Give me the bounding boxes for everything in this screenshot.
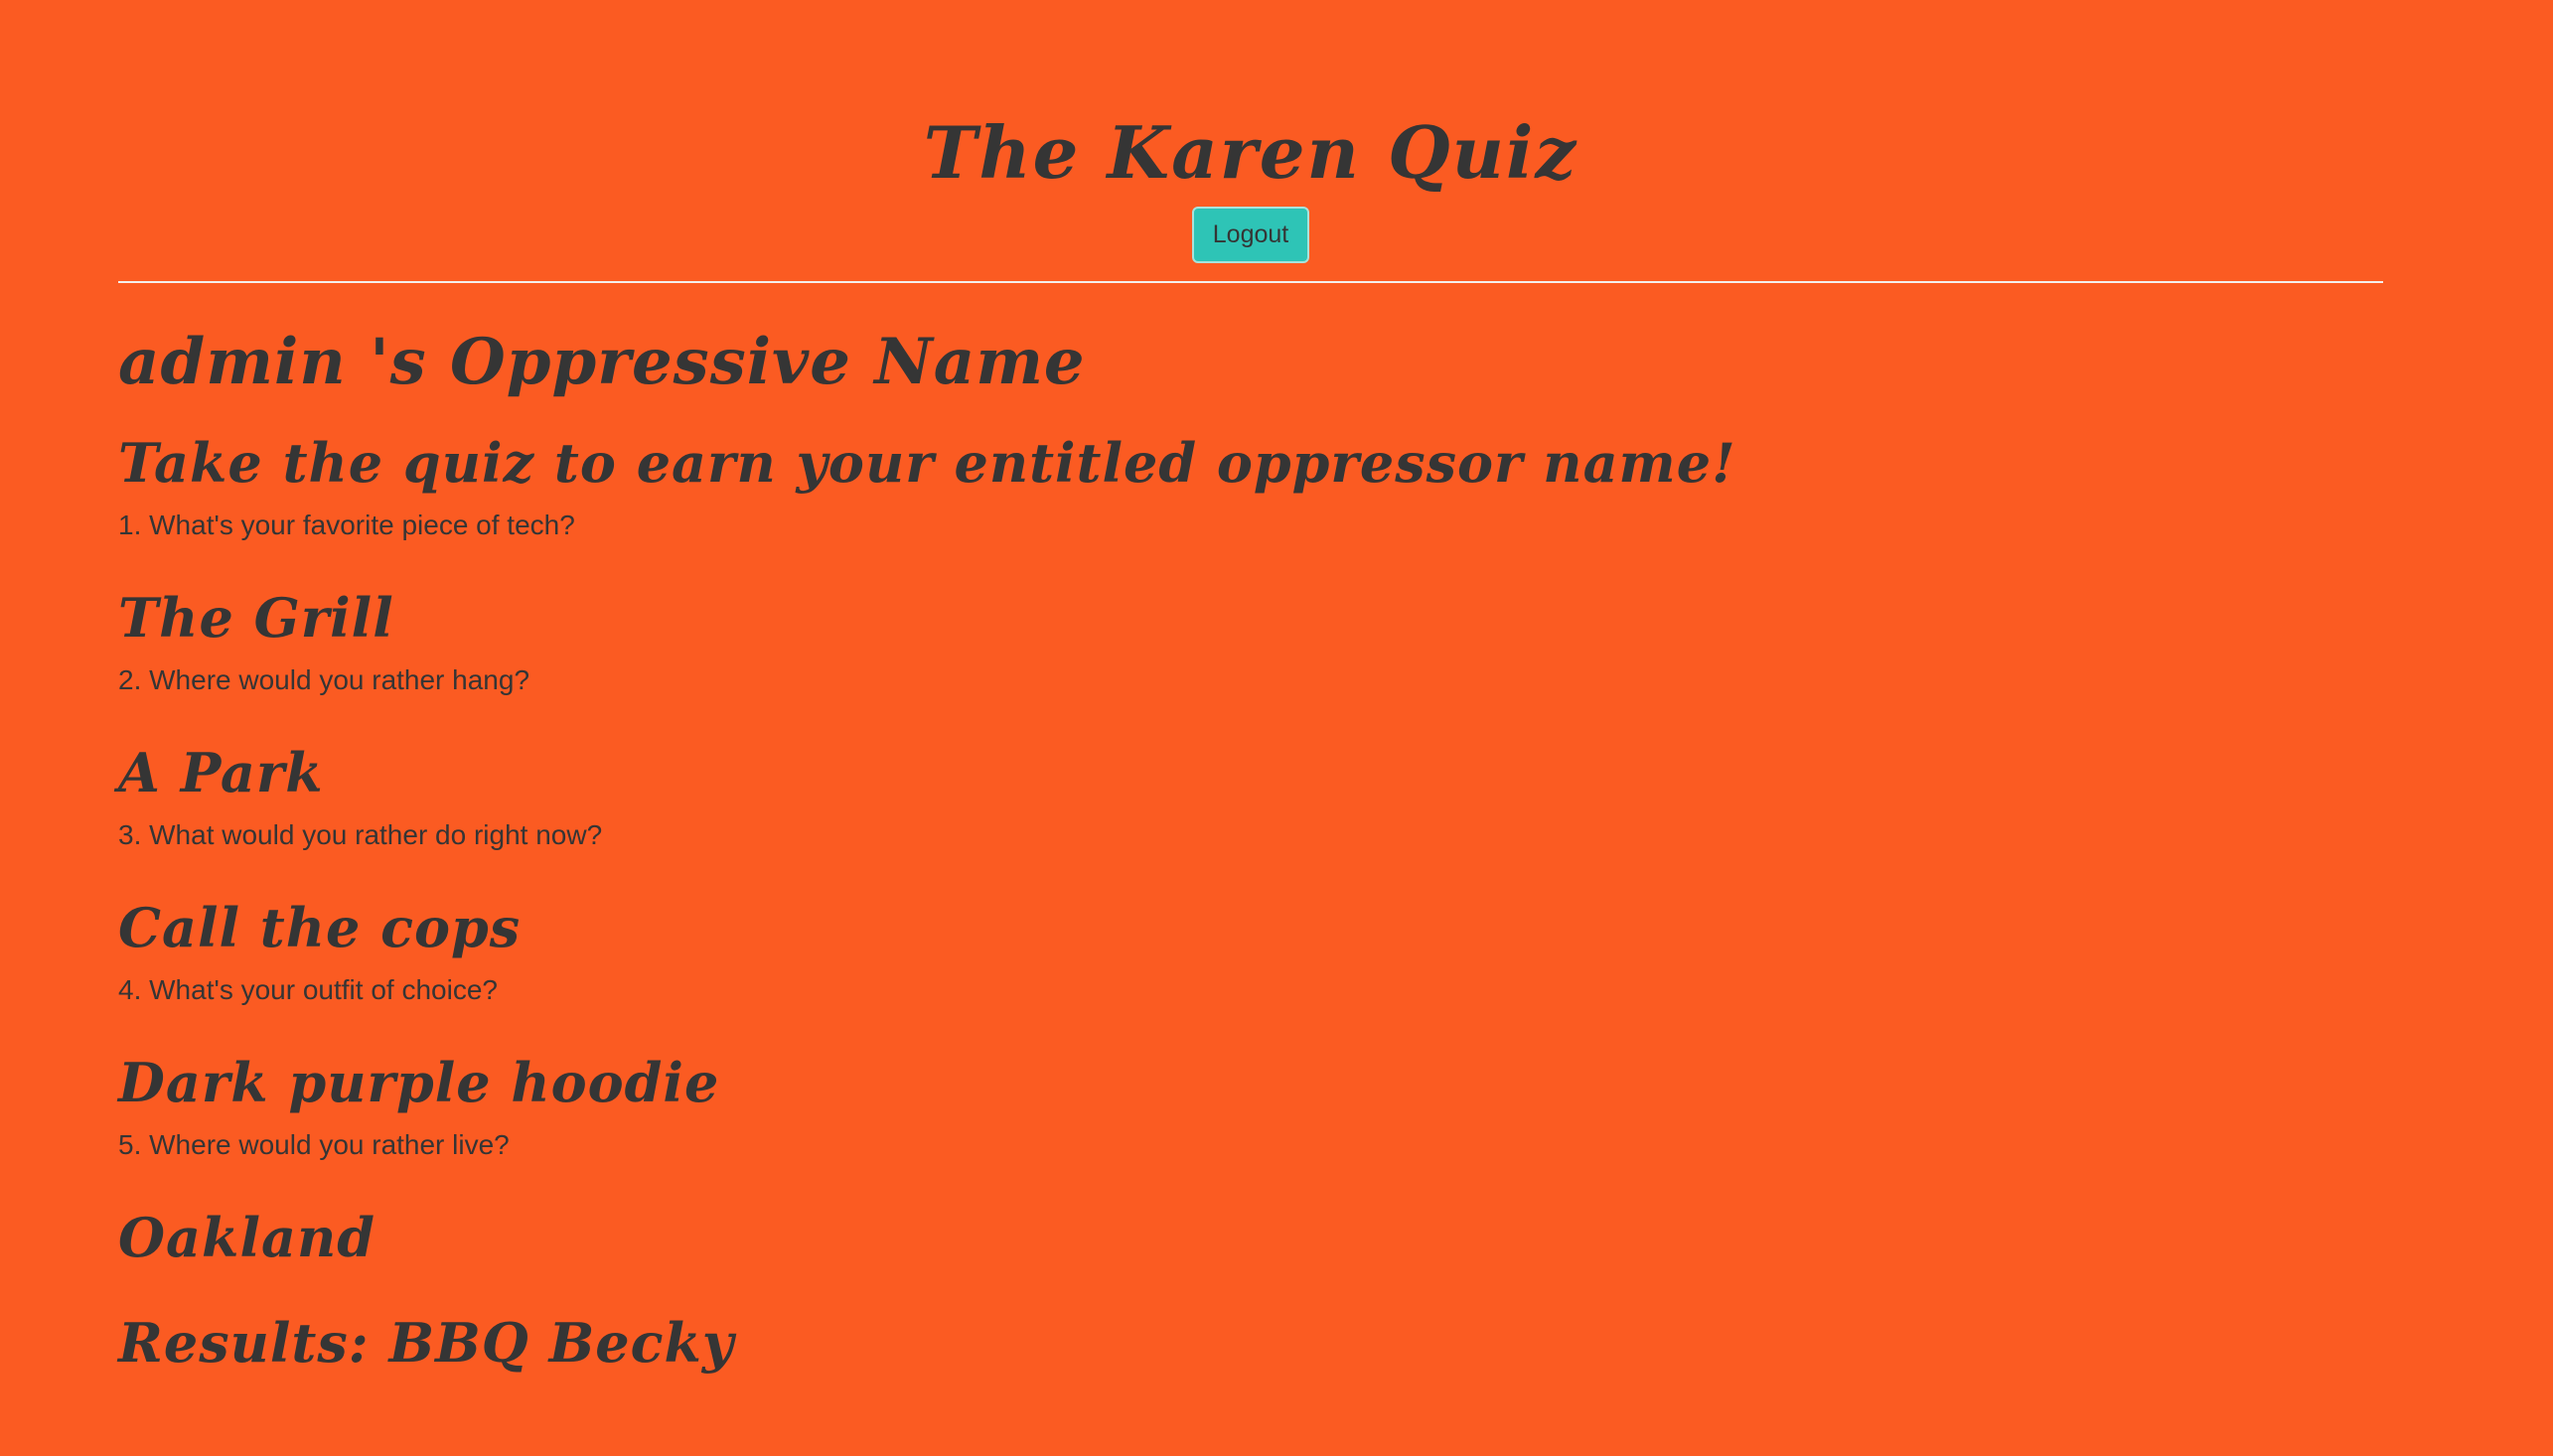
question-text: 3. What would you rather do right now? xyxy=(118,819,603,850)
answer-text: A Park xyxy=(118,741,324,804)
logout-button[interactable]: Logout xyxy=(1192,207,1309,263)
logout-wrap: Logout xyxy=(118,207,2383,263)
header-divider xyxy=(118,281,2383,283)
question-text: 4. What's your outfit of choice? xyxy=(118,974,498,1005)
answer-text: Call the cops xyxy=(118,896,522,959)
quiz-item-2: 2. Where would you rather hang? A Park xyxy=(118,662,2383,807)
quiz-item-1: 1. What's your favorite piece of tech? T… xyxy=(118,508,2383,653)
question-text: 2. Where would you rather hang? xyxy=(118,664,530,695)
answer-text: The Grill xyxy=(118,586,394,650)
page-heading: admin 's Oppressive Name xyxy=(118,325,1086,399)
app-title: The Karen Quiz xyxy=(923,110,1578,195)
page-container: The Karen Quiz Logout admin 's Oppressiv… xyxy=(118,0,2383,1378)
question-text: 5. Where would you rather live? xyxy=(118,1129,510,1160)
answer-text: Dark purple hoodie xyxy=(118,1051,720,1114)
quiz-item-5: 5. Where would you rather live? Oakland xyxy=(118,1127,2383,1272)
quiz-subtitle: Take the quiz to earn your entitled oppr… xyxy=(118,431,1736,495)
question-text: 1. What's your favorite piece of tech? xyxy=(118,510,575,540)
quiz-result: Results: BBQ Becky xyxy=(118,1311,735,1375)
quiz-item-3: 3. What would you rather do right now? C… xyxy=(118,817,2383,962)
quiz-item-4: 4. What's your outfit of choice? Dark pu… xyxy=(118,972,2383,1117)
answer-text: Oakland xyxy=(118,1206,375,1269)
